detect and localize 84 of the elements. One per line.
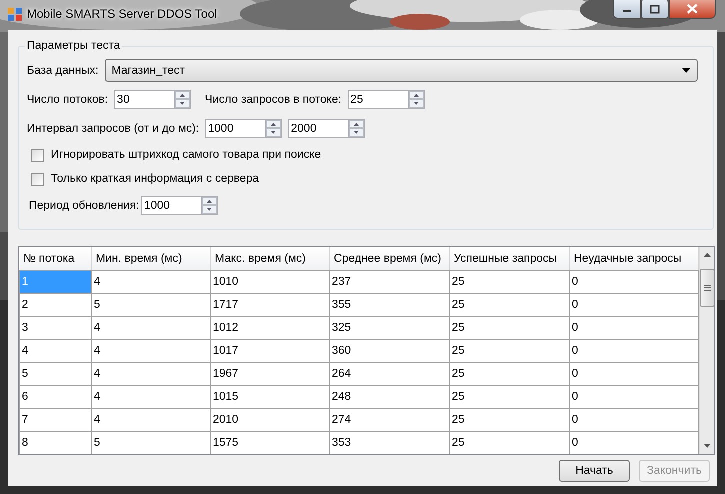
- maximize-icon: [650, 4, 660, 14]
- caret-icon: [682, 68, 691, 73]
- table-cell[interactable]: 325: [330, 316, 450, 340]
- column-header[interactable]: Неудачные запросы: [570, 247, 698, 270]
- checkbox[interactable]: [31, 148, 44, 162]
- grip-icon: [704, 285, 711, 291]
- table-cell[interactable]: 0: [570, 408, 698, 432]
- field-label: Период обновления:: [29, 200, 140, 212]
- table-cell[interactable]: 25: [450, 386, 570, 408]
- window-title: Mobile SMARTS Server DDOS Tool: [27, 7, 218, 21]
- table-cell[interactable]: 2010: [210, 408, 330, 432]
- field-label: Число запросов в потоке:: [205, 94, 342, 106]
- table-cell[interactable]: 0: [570, 270, 698, 294]
- start-button[interactable]: Начать: [559, 460, 630, 482]
- table-cell[interactable]: 0: [570, 294, 698, 316]
- number-field[interactable]: 2000: [288, 119, 348, 138]
- table-cell[interactable]: 360: [330, 340, 450, 362]
- table-cell[interactable]: 25: [450, 270, 570, 294]
- app-icon: [7, 6, 23, 22]
- table-cell[interactable]: 4: [92, 316, 210, 340]
- table-cell[interactable]: 4: [92, 362, 210, 386]
- table-cell[interactable]: 4: [92, 386, 210, 408]
- checkbox[interactable]: [31, 172, 44, 186]
- field-label: База данных:: [27, 64, 99, 76]
- table-cell[interactable]: 0: [570, 362, 698, 386]
- table-cell[interactable]: 5: [92, 294, 210, 316]
- column-header[interactable]: Мин. время (мс): [92, 247, 210, 270]
- table-cell[interactable]: 25: [450, 340, 570, 362]
- table-cell[interactable]: 1017: [210, 340, 330, 362]
- spin-arrows-icon[interactable]: [348, 119, 366, 138]
- table-cell[interactable]: 25: [450, 294, 570, 316]
- spin-arrows-icon[interactable]: [408, 90, 425, 109]
- number-field[interactable]: 1000: [141, 196, 202, 215]
- table-cell[interactable]: 264: [330, 362, 450, 386]
- checkbox-label: Игнорировать штрихкод самого товара при поиске: [51, 149, 322, 161]
- table-cell[interactable]: 0: [570, 316, 698, 340]
- table-cell[interactable]: 1575: [210, 432, 330, 454]
- spin-arrows-icon[interactable]: [174, 90, 192, 109]
- table-cell[interactable]: 25: [450, 362, 570, 386]
- table-cell[interactable]: 1015: [210, 386, 330, 408]
- spin-arrows-icon[interactable]: [201, 196, 218, 215]
- table-cell[interactable]: 7: [20, 408, 92, 432]
- table-cell[interactable]: 3: [20, 316, 92, 340]
- table-cell[interactable]: 5: [92, 432, 210, 454]
- table-cell[interactable]: 5: [20, 362, 92, 386]
- spin-arrows-icon[interactable]: [265, 119, 282, 138]
- table-cell[interactable]: 25: [450, 316, 570, 340]
- checkbox-label: Только краткая информация с сервера: [51, 173, 260, 185]
- maximize-button[interactable]: [641, 0, 669, 19]
- close-icon: [687, 4, 698, 14]
- table-cell[interactable]: 25: [450, 408, 570, 432]
- minimize-button[interactable]: [613, 0, 641, 19]
- column-header[interactable]: Среднее время (мс): [330, 247, 450, 270]
- table-cell[interactable]: 353: [330, 432, 450, 454]
- table-cell[interactable]: 0: [570, 386, 698, 408]
- table-cell[interactable]: 25: [450, 432, 570, 454]
- table-cell[interactable]: 2: [20, 294, 92, 316]
- table-cell[interactable]: 6: [20, 386, 92, 408]
- table-cell[interactable]: 248: [330, 386, 450, 408]
- table-cell[interactable]: 4: [20, 340, 92, 362]
- close-button[interactable]: [669, 0, 716, 19]
- table-cell[interactable]: 274: [330, 408, 450, 432]
- table-cell[interactable]: 4: [92, 340, 210, 362]
- table-cell[interactable]: 4: [92, 408, 210, 432]
- table-cell[interactable]: 1012: [210, 316, 330, 340]
- table-cell[interactable]: 1010: [210, 270, 330, 294]
- table-cell[interactable]: 8: [20, 432, 92, 454]
- column-header[interactable]: Макс. время (мс): [210, 247, 330, 270]
- table-cell[interactable]: 1967: [210, 362, 330, 386]
- table-cell[interactable]: 4: [92, 270, 210, 294]
- column-header[interactable]: Успешные запросы: [450, 247, 570, 270]
- database-dropdown[interactable]: Магазин_тест: [104, 59, 698, 82]
- number-field[interactable]: 30: [114, 90, 174, 109]
- scrollbar[interactable]: [699, 247, 714, 454]
- table-cell[interactable]: 355: [330, 294, 450, 316]
- table-cell[interactable]: 1717: [210, 294, 330, 316]
- table-cell[interactable]: 0: [570, 340, 698, 362]
- field-label: Число потоков:: [27, 94, 108, 106]
- field-label: Интервал запросов (от и до мс):: [27, 122, 200, 134]
- column-header[interactable]: № потока: [20, 247, 92, 270]
- table-cell[interactable]: 237: [330, 270, 450, 294]
- number-field[interactable]: 1000: [205, 119, 266, 138]
- group-title: Параметры теста: [26, 40, 122, 52]
- number-field[interactable]: 25: [348, 90, 408, 109]
